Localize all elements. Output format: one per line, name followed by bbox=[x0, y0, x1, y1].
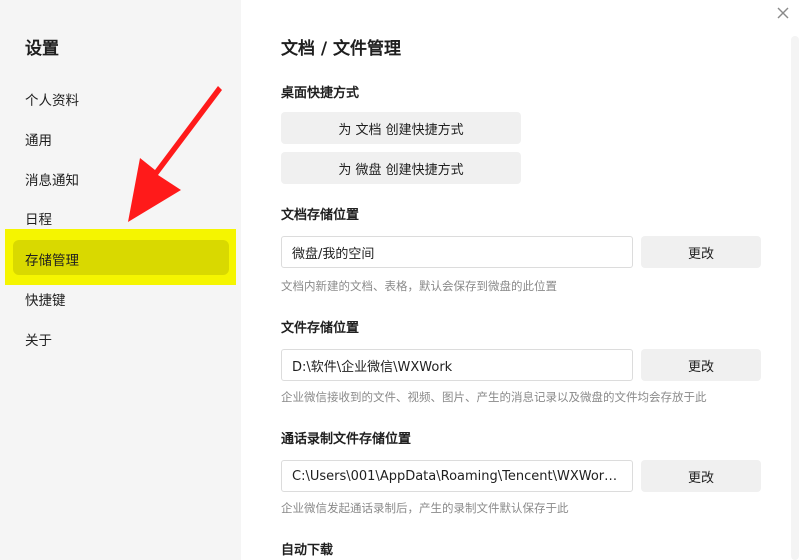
section-title-call-storage: 通话录制文件存储位置 bbox=[281, 432, 412, 447]
section-title-desktop-shortcut: 桌面快捷方式 bbox=[281, 86, 360, 101]
section-title-auto-download: 自动下载 bbox=[281, 543, 334, 558]
sidebar-item-schedule[interactable]: 日程 bbox=[25, 208, 52, 228]
call-storage-change-button[interactable]: 更改 bbox=[641, 460, 761, 492]
settings-window: 设置 个人资料 通用 消息通知 日程 存储管理 快捷键 关于 文档 / 文件管理… bbox=[0, 0, 801, 560]
sidebar-item-shortcuts[interactable]: 快捷键 bbox=[25, 289, 66, 309]
file-storage-hint: 企业微信接收到的文件、视频、图片、产生的消息记录以及微盘的文件均会存放于此 bbox=[281, 390, 707, 404]
scrollbar[interactable] bbox=[791, 36, 799, 560]
sidebar-item-general[interactable]: 通用 bbox=[25, 129, 52, 149]
sidebar-title: 设置 bbox=[25, 39, 59, 59]
sidebar-item-notifications[interactable]: 消息通知 bbox=[25, 169, 79, 189]
section-title-doc-storage: 文档存储位置 bbox=[281, 208, 360, 223]
create-doc-shortcut-button[interactable]: 为 文档 创建快捷方式 bbox=[281, 112, 521, 144]
sidebar-item-storage[interactable]: 存储管理 bbox=[25, 249, 79, 269]
page-title: 文档 / 文件管理 bbox=[281, 39, 402, 59]
call-storage-path-field: C:\Users\001\AppData\Roaming\Tencent\WXW… bbox=[281, 460, 633, 492]
main-panel: 文档 / 文件管理 桌面快捷方式 为 文档 创建快捷方式 为 微盘 创建快捷方式… bbox=[241, 0, 801, 560]
call-storage-path-text: C:\Users\001\AppData\Roaming\Tencent\WXW… bbox=[292, 468, 622, 484]
file-storage-path-text: D:\软件\企业微信\WXWork bbox=[292, 359, 453, 375]
doc-storage-change-button[interactable]: 更改 bbox=[641, 236, 761, 268]
file-storage-path-field: D:\软件\企业微信\WXWork bbox=[281, 349, 633, 381]
section-title-file-storage: 文件存储位置 bbox=[281, 321, 360, 336]
create-drive-shortcut-button[interactable]: 为 微盘 创建快捷方式 bbox=[281, 152, 521, 184]
doc-storage-path-field: 微盘/我的空间 bbox=[281, 236, 633, 268]
sidebar-item-about[interactable]: 关于 bbox=[25, 329, 52, 349]
doc-storage-hint: 文档内新建的文档、表格，默认会保存到微盘的此位置 bbox=[281, 279, 557, 293]
doc-storage-path-text: 微盘/我的空间 bbox=[292, 246, 375, 262]
sidebar: 设置 个人资料 通用 消息通知 日程 存储管理 快捷键 关于 bbox=[0, 0, 241, 560]
call-storage-hint: 企业微信发起通话录制后，产生的录制文件默认保存于此 bbox=[281, 501, 569, 515]
sidebar-item-profile[interactable]: 个人资料 bbox=[25, 89, 79, 109]
file-storage-change-button[interactable]: 更改 bbox=[641, 349, 761, 381]
close-icon[interactable] bbox=[774, 4, 792, 22]
